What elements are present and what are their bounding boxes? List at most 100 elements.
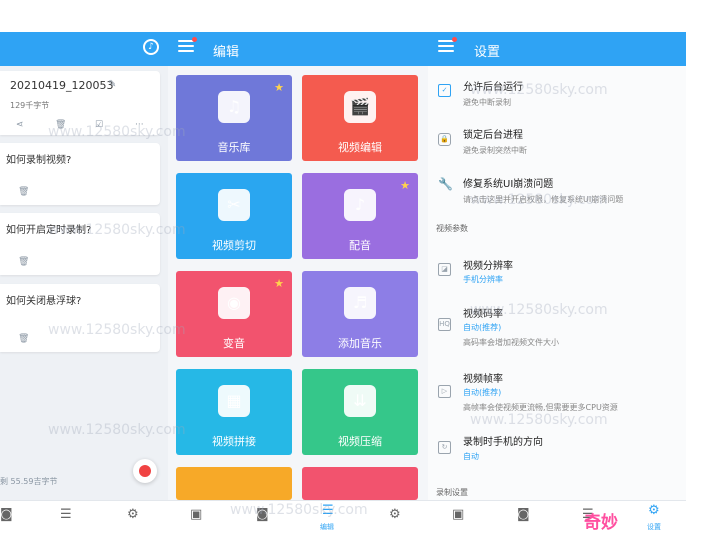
video-camera-icon[interactable]: ▣ xyxy=(452,507,464,522)
gear-icon[interactable]: ⚙ xyxy=(389,507,401,522)
setting-title[interactable]: 视频码率 xyxy=(463,305,503,320)
settings-panel: ✓ 允许后台运行 避免中断录制 🔒 锁定后台进程 避免录制突然中断 🔧 修复系统… xyxy=(428,66,686,500)
trash-icon[interactable]: 🗑 xyxy=(18,334,29,344)
edit-header-bar: 编辑 xyxy=(168,32,428,66)
star-icon: ★ xyxy=(274,277,284,290)
tile-add-music[interactable]: ♬ 添加音乐 xyxy=(302,271,418,357)
tile-label: 视频编辑 xyxy=(338,141,382,154)
tile-video-cut[interactable]: ✂ 视频剪切 xyxy=(176,173,292,259)
tile-label: 视频剪切 xyxy=(212,239,256,252)
star-icon: ★ xyxy=(400,179,410,192)
menu-icon[interactable] xyxy=(438,37,457,54)
help-title: 如何录制视频? xyxy=(6,155,72,166)
setting-title[interactable]: 视频帧率 xyxy=(463,370,503,385)
help-title: 如何关闭悬浮球? xyxy=(6,296,82,307)
more-icon[interactable]: ··· xyxy=(135,120,144,130)
settings-tab-icon[interactable]: ⚙ xyxy=(648,503,660,518)
edit-title: 编辑 xyxy=(213,45,240,60)
setting-title[interactable]: 视频分辨率 xyxy=(463,257,513,272)
edit-tools-panel: ♫ ★ 音乐库 🎬 视频编辑 ✂ 视频剪切 ♪ ★ 配音 ◉ ★ 变音 ♬ 添加音乐 … xyxy=(168,66,428,500)
right-strip xyxy=(686,32,701,532)
storage-remaining: 剩 55.59吉字节 xyxy=(0,477,58,486)
setting-subtitle: 高码率会增加视频文件大小 xyxy=(463,338,559,347)
gear-icon[interactable]: ⚙ xyxy=(127,507,139,522)
trash-icon[interactable]: 🗑 xyxy=(18,257,29,267)
setting-subtitle: 避免录制突然中断 xyxy=(463,146,527,155)
tile-label: 添加音乐 xyxy=(338,337,382,350)
setting-subtitle: 避免中断录制 xyxy=(463,98,511,107)
tile-label: 变音 xyxy=(223,337,245,350)
record-button[interactable] xyxy=(133,459,157,483)
trash-icon[interactable]: 🗑 xyxy=(18,187,29,197)
tile-partial[interactable] xyxy=(176,467,292,500)
tile-label: 音乐库 xyxy=(217,141,251,154)
dubbing-icon: ♪ xyxy=(344,189,376,221)
voice-change-icon: ◉ xyxy=(218,287,250,319)
app-screen: ♪ 编辑 设置 20210419_120053 ✎ 129千字节 ⋖ 🗑 ☑ ·… xyxy=(0,32,686,532)
checkbox-icon[interactable]: ✓ xyxy=(438,84,451,97)
music-icon[interactable]: ♪ xyxy=(143,39,159,55)
help-card[interactable]: 如何录制视频? 🗑 xyxy=(0,143,160,205)
recording-title: 20210419_120053 xyxy=(10,79,114,92)
recording-card[interactable]: 20210419_120053 ✎ 129千字节 ⋖ 🗑 ☑ ··· xyxy=(0,71,160,135)
video-edit-icon: 🎬 xyxy=(344,91,376,123)
orientation-icon: ↻ xyxy=(438,441,451,454)
record-icon xyxy=(139,465,151,477)
edit-tab-caption[interactable]: 编辑 xyxy=(320,522,334,532)
tile-label: 视频拼接 xyxy=(212,435,256,448)
left-header-bar: ♪ xyxy=(0,32,168,66)
recording-size: 129千字节 xyxy=(10,101,50,110)
camera-icon[interactable]: ◙ xyxy=(256,507,269,522)
bitrate-icon: HQ xyxy=(438,318,451,331)
trash-icon[interactable]: 🗑 xyxy=(55,120,66,130)
tile-label: 视频压缩 xyxy=(338,435,382,448)
edit-icon[interactable]: ☑ xyxy=(95,120,103,130)
setting-title[interactable]: 允许后台运行 xyxy=(463,78,523,93)
help-title: 如何开启定时录制? xyxy=(6,225,92,236)
video-cut-icon: ✂ xyxy=(218,189,250,221)
rename-icon[interactable]: ✎ xyxy=(108,79,116,90)
music-library-icon: ♫ xyxy=(218,91,250,123)
video-camera-icon[interactable]: ▣ xyxy=(190,507,202,522)
setting-title[interactable]: 录制时手机的方向 xyxy=(463,433,543,448)
brand-logo: 奇妙 xyxy=(584,513,618,533)
settings-header-bar: 设置 xyxy=(428,32,686,66)
tile-video-compress[interactable]: ⇊ 视频压缩 xyxy=(302,369,418,455)
help-card[interactable]: 如何开启定时录制? 🗑 xyxy=(0,213,160,275)
tile-voice-change[interactable]: ◉ ★ 变音 xyxy=(176,271,292,357)
sliders-icon[interactable]: ☰ xyxy=(60,507,72,522)
camera-icon[interactable]: ◙ xyxy=(517,507,530,522)
setting-title[interactable]: 锁定后台进程 xyxy=(463,126,523,141)
tile-label: 配音 xyxy=(349,239,371,252)
top-strip xyxy=(0,0,701,33)
tile-video-merge[interactable]: ▦ 视频拼接 xyxy=(176,369,292,455)
setting-value: 手机分辨率 xyxy=(463,275,503,284)
star-icon: ★ xyxy=(274,81,284,94)
setting-title[interactable]: 修复系统UI崩溃问题 xyxy=(463,175,553,190)
tile-dubbing[interactable]: ♪ ★ 配音 xyxy=(302,173,418,259)
wrench-icon: 🔧 xyxy=(438,177,453,191)
tile-video-edit[interactable]: 🎬 视频编辑 xyxy=(302,75,418,161)
menu-icon[interactable] xyxy=(178,37,197,54)
setting-value: 自动(推荐) xyxy=(463,388,502,397)
setting-subtitle: 高帧率会使视频更流畅,但需要更多CPU资源 xyxy=(463,403,618,412)
lock-icon: 🔒 xyxy=(438,133,451,146)
help-card[interactable]: 如何关闭悬浮球? 🗑 xyxy=(0,284,160,352)
section-header: 录制设置 xyxy=(436,488,468,497)
video-compress-icon: ⇊ xyxy=(344,385,376,417)
resolution-icon: ◪ xyxy=(438,263,451,276)
setting-subtitle: 请点击这里并开启权限，修复系统UI崩溃问题 xyxy=(463,195,624,204)
framerate-icon: ▷ xyxy=(438,385,451,398)
section-header: 视频参数 xyxy=(436,224,468,233)
share-icon[interactable]: ⋖ xyxy=(16,120,24,130)
settings-tab-caption[interactable]: 设置 xyxy=(647,522,661,532)
camera-icon[interactable]: ◙ xyxy=(0,507,13,522)
edit-tab-icon[interactable]: ☰ xyxy=(322,503,334,518)
recordings-panel: 20210419_120053 ✎ 129千字节 ⋖ 🗑 ☑ ··· 如何录制视… xyxy=(0,66,168,500)
add-music-icon: ♬ xyxy=(344,287,376,319)
tile-music-library[interactable]: ♫ ★ 音乐库 xyxy=(176,75,292,161)
video-merge-icon: ▦ xyxy=(218,385,250,417)
settings-title: 设置 xyxy=(474,45,501,60)
tile-partial[interactable] xyxy=(302,467,418,500)
setting-value: 自动 xyxy=(463,452,479,461)
